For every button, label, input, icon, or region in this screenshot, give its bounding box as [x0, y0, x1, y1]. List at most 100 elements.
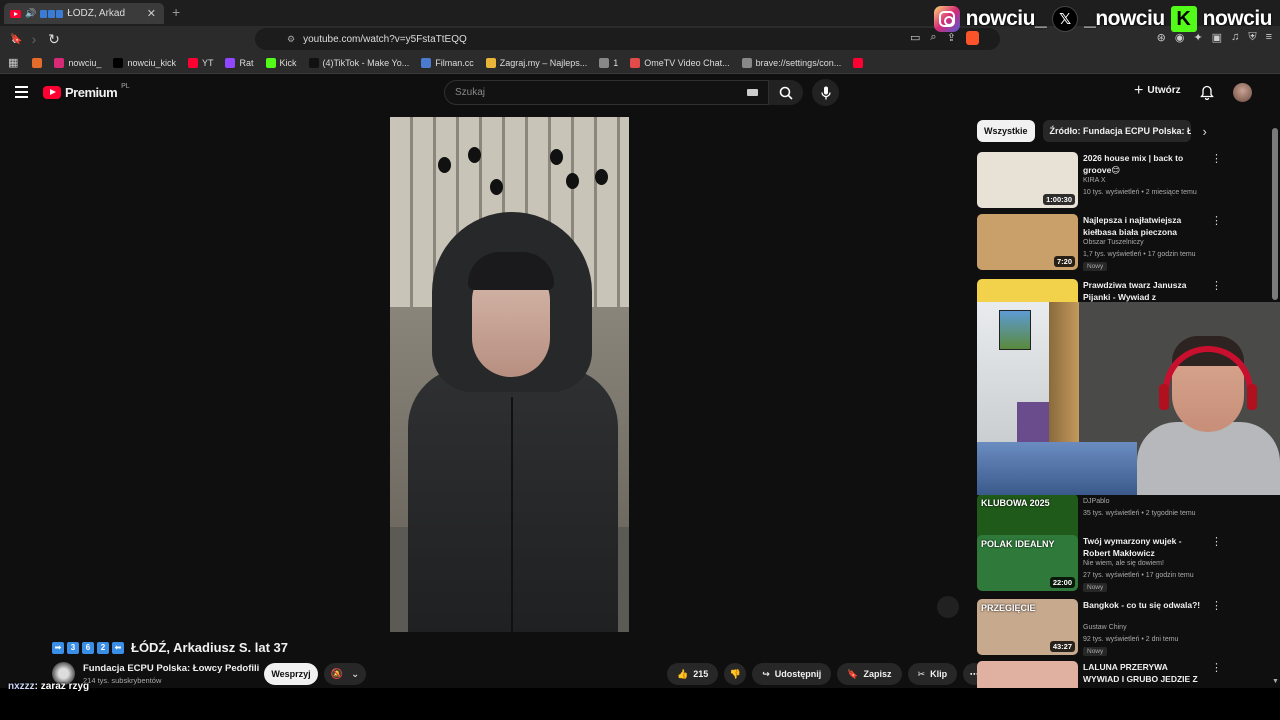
site-info-icon[interactable]: ⚙ [287, 34, 295, 45]
recommendation-channel[interactable]: Nie wiem, ale się dowiem! [1083, 560, 1164, 567]
youtube-logo-icon [43, 86, 61, 99]
new-badge: Nowy [1083, 262, 1108, 271]
recommendation-title[interactable]: Bangkok - co tu się odwala?! [1083, 599, 1205, 611]
tiktok-icon [308, 57, 319, 68]
recommendation-title[interactable]: Prawdziwa twarz Janusza Pijanki - Wywiad… [1083, 279, 1205, 303]
more-options-icon[interactable]: ⋮ [1211, 216, 1222, 227]
youtube-icon [187, 57, 198, 68]
url-text[interactable]: youtube.com/watch?v=y5FstaTtEQQ [303, 34, 467, 45]
video-thumbnail[interactable]: 7:20 [977, 214, 1078, 270]
scroll-down-icon[interactable]: ▼ [1272, 678, 1279, 685]
more-options-icon[interactable]: ⋮ [1211, 663, 1222, 674]
video-thumbnail[interactable]: 1:00:30 [977, 152, 1078, 208]
voice-search-button[interactable] [812, 79, 839, 106]
recommendation-title[interactable]: Najlepsza i najłatwiejsza kiełbasa biała… [1083, 214, 1205, 238]
save-label: Zapisz [863, 669, 892, 679]
bookmark-item[interactable]: Rat [225, 57, 254, 68]
more-options-icon[interactable]: ⋮ [1211, 537, 1222, 548]
recommendation-title[interactable]: 2026 house mix | back to groove😊 [1083, 152, 1205, 176]
video-thumbnail[interactable] [977, 661, 1078, 688]
recommendation-channel[interactable]: Obszar Tuszelniczy [1083, 239, 1144, 246]
apps-icon[interactable]: ▦ [8, 56, 18, 69]
subscriber-count: 214 tys. subskrybentów [83, 676, 162, 685]
bookmark-item[interactable]: 1 [599, 57, 618, 68]
guide-menu-icon[interactable] [15, 86, 28, 101]
bookmark-item[interactable] [853, 57, 864, 68]
share-button[interactable]: ↪ Udostępnij [752, 663, 832, 685]
recommendation-item[interactable]: 1:00:30 2026 house mix | back to groove😊 K… [977, 152, 1272, 212]
tab-title: ŁÓDŹ, Arkadius [67, 8, 126, 19]
tab-close-icon[interactable]: ✕ [147, 7, 156, 20]
more-options-icon[interactable]: ⋮ [1211, 154, 1222, 165]
recommendation-item[interactable]: 7:20 Najlepsza i najłatwiejsza kiełbasa b… [977, 214, 1272, 274]
dislike-button[interactable]: 👎 [724, 663, 747, 685]
bookmark-item[interactable]: YT [187, 57, 213, 68]
bookmark-item[interactable]: Zagraj.my – Najleps... [485, 57, 587, 68]
bookmark-label: OmeTV Video Chat... [644, 57, 730, 68]
recommendation-title[interactable]: LALUNA PRZERYWA WYWIAD I GRUBO JEDZIE Z … [1083, 661, 1205, 685]
page-scrollbar[interactable] [1272, 128, 1278, 300]
bookmark-item[interactable] [32, 57, 43, 68]
chip-all[interactable]: Wszystkie [977, 120, 1035, 142]
save-button[interactable]: 🔖 Zapisz [837, 663, 902, 685]
bookmark-label: Filman.cc [435, 57, 474, 68]
stream-chat-message: nxzzz: zaraz rzyg [8, 681, 89, 692]
bookmark-label: brave://settings/con... [755, 57, 842, 68]
youtube-logo[interactable]: Premium PL [43, 83, 130, 100]
account-avatar[interactable] [1233, 83, 1252, 102]
bookmark-item[interactable]: Kick [265, 57, 297, 68]
bookmark-add-icon: 🔖 [847, 668, 859, 679]
channel-name[interactable]: Fundacja ECPU Polska: Łowcy Pedofili [83, 663, 259, 674]
address-bar[interactable]: 🔖 ⚙ youtube.com/watch?v=y5FstaTtEQQ [10, 28, 1000, 50]
bookmark-item[interactable]: nowciu_ [54, 57, 101, 68]
kick-icon: K [1170, 6, 1197, 32]
reload-icon[interactable]: ↻ [44, 31, 64, 48]
chip-source[interactable]: Źródło: Fundacja ECPU Polska: Łowcy [1042, 120, 1191, 142]
bookmark-item[interactable]: (4)TikTok - Make Yo... [308, 57, 409, 68]
search-button[interactable] [769, 80, 803, 105]
bookmark-item[interactable]: Filman.cc [421, 57, 474, 68]
keyboard-icon[interactable] [747, 89, 758, 96]
cast-icon[interactable]: ▭ [910, 31, 920, 45]
video-thumbnail[interactable]: POLAK IDEALNY 22:00 [977, 535, 1078, 591]
zagraj-icon [485, 57, 496, 68]
bookmark-item[interactable]: OmeTV Video Chat... [630, 57, 730, 68]
thumbnail-text: POLAK IDEALNY [981, 539, 1055, 549]
recommendation-channel[interactable]: KIRA X [1083, 177, 1106, 184]
bookmark-item[interactable]: nowciu_kick [113, 57, 176, 68]
bookmark-icon[interactable]: 🔖 [10, 34, 22, 45]
new-badge: Nowy [1083, 583, 1108, 592]
bell-icon [1200, 85, 1214, 101]
notifications-button[interactable] [1200, 85, 1214, 105]
speaker-icon[interactable]: 🔊 [25, 8, 36, 19]
video-thumbnail[interactable]: PRZEGIĘCIE 43:27 [977, 599, 1078, 655]
chevron-right-icon[interactable]: › [1203, 124, 1207, 139]
new-tab-button[interactable]: + [172, 4, 180, 20]
video-player[interactable] [390, 117, 629, 632]
title-emoji: ➡ [52, 641, 64, 654]
bookmark-item[interactable]: brave://settings/con... [741, 57, 842, 68]
filman-icon [421, 57, 432, 68]
recommendation-item[interactable]: PRZEGIĘCIE 43:27 Bangkok - co tu się odwal… [977, 599, 1272, 659]
youtube-masthead: Premium PL Szukaj + Utwórz [0, 76, 1280, 112]
recommendation-item[interactable]: POLAK IDEALNY 22:00 Twój wymarzony wujek -… [977, 535, 1272, 595]
recommendation-item[interactable]: LALUNA PRZERYWA WYWIAD I GRUBO JEDZIE Z … [977, 661, 1272, 688]
video-title: ➡ 3 6 2 ⬅ ŁÓDŹ, Arkadiusz S. lat 37 [52, 640, 288, 655]
recommendation-channel[interactable]: DJPablo [1083, 498, 1109, 505]
more-options-icon[interactable]: ⋮ [1211, 281, 1222, 292]
more-options-icon[interactable]: ⋮ [1211, 601, 1222, 612]
duration-badge: 43:27 [1049, 641, 1075, 652]
recommendation-channel[interactable]: Gustaw Chiny [1083, 624, 1127, 631]
subscription-bell-button[interactable]: 🔕 ⌄ [324, 663, 366, 685]
search-input[interactable]: Szukaj [444, 80, 769, 105]
create-button[interactable]: + Utwórz [1134, 82, 1181, 98]
support-button[interactable]: Wesprzyj [264, 663, 318, 685]
clip-button[interactable]: ✂ Klip [907, 663, 958, 685]
channel-watermark-icon[interactable] [937, 596, 959, 618]
browser-tab[interactable]: 🔊 ŁÓDŹ, Arkadius ✕ [4, 3, 164, 24]
forward-icon[interactable]: › [24, 31, 44, 47]
instagram-icon [54, 57, 65, 68]
recommendation-title[interactable]: Twój wymarzony wujek - Robert Makłowicz [1083, 535, 1205, 559]
bell-off-icon: 🔕 [330, 668, 344, 680]
like-button[interactable]: 👍 215 [667, 663, 719, 685]
